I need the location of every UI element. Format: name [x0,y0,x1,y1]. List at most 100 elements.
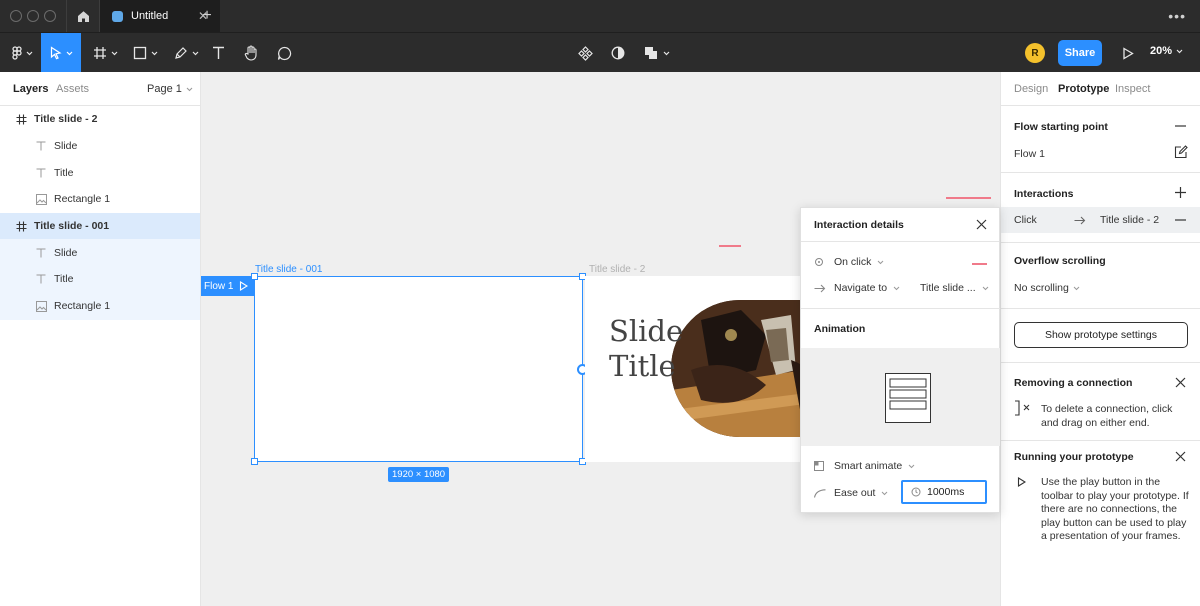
pen-tool-button[interactable] [169,33,203,73]
resize-handle[interactable] [251,458,258,465]
divider [1001,172,1200,173]
plus-icon: + [202,7,212,24]
layer-frame-title-slide-2[interactable]: Title slide - 2 [0,106,200,133]
animation-type-select[interactable]: Smart animate [814,460,915,472]
play-icon [1123,46,1134,60]
animation-preview [801,348,1000,446]
duration-input[interactable]: 1000ms [901,480,987,504]
animation-heading: Animation [814,323,866,335]
zoom-menu[interactable]: 20% [1150,45,1183,57]
right-panel-tabs: Design Prototype Inspect [1001,72,1200,106]
action-select[interactable]: Navigate to [814,282,900,294]
hand-tool-button[interactable] [240,33,262,73]
comment-tool-button[interactable] [273,33,295,73]
layer-text-title[interactable]: Title [0,159,200,186]
minus-icon[interactable] [1175,219,1186,221]
interactions-title: Interactions [1014,188,1074,200]
shape-tool-button[interactable] [128,33,162,73]
layer-image-rectangle-1[interactable]: Rectangle 1 [0,186,200,213]
close-icon[interactable] [1175,377,1186,388]
toolbar: R Share 20% [0,32,1200,73]
minus-icon[interactable] [1175,125,1186,127]
layer-text-slide[interactable]: Slide [0,133,200,160]
layer-frame-title-slide-001[interactable]: Title slide - 001 [0,212,200,240]
frame-title-slide-001[interactable] [254,276,583,462]
minimize-window-button[interactable] [27,10,39,22]
user-avatar[interactable]: R [1025,43,1045,63]
close-icon[interactable] [1175,451,1186,462]
close-window-button[interactable] [10,10,22,22]
move-tool-button[interactable] [41,33,81,73]
interaction-details-popup: Interaction details On click Navigate to… [800,207,1000,513]
layers-panel: Layers Assets Page 1 Title slide - 2 Sli… [0,72,201,606]
animation-preview-icon [885,373,931,423]
mask-button[interactable] [607,33,629,73]
boolean-button[interactable] [642,33,672,73]
interaction-row[interactable]: Click Title slide - 2 [1001,207,1200,233]
destination-select[interactable]: Title slide ... [920,282,989,294]
boolean-union-icon [645,47,657,59]
layer-text-slide[interactable]: Slide [0,239,200,267]
tab-prototype[interactable]: Prototype [1058,83,1109,95]
chevron-down-icon [882,491,888,495]
chevron-down-icon [186,87,193,91]
chevron-down-icon [66,51,72,55]
cursor-icon [50,46,62,60]
highlight-mark [946,197,991,199]
plus-icon[interactable] [1175,187,1186,198]
frame-label-title-slide-001[interactable]: Title slide - 001 [255,264,322,275]
overflow-select[interactable]: No scrolling [1014,282,1080,294]
tab-assets[interactable]: Assets [56,83,89,95]
image-layer-icon [34,300,48,312]
trigger-label: On click [834,256,872,268]
flow-start-tag[interactable]: Flow 1 [201,276,255,296]
layer-image-rectangle-1[interactable]: Rectangle 1 [0,292,200,320]
play-icon [240,281,249,291]
chevron-down-icon [192,51,198,55]
divider [1001,440,1200,441]
tab-inspect[interactable]: Inspect [1115,83,1150,95]
chevron-down-icon [1073,286,1080,290]
layer-label: Title [54,273,74,286]
trigger-select[interactable]: On click [814,256,884,268]
chevron-down-icon [111,51,117,55]
layer-label: Rectangle 1 [54,300,111,313]
arrow-right-icon [814,284,826,292]
layer-label: Title [54,166,74,179]
frame-label-title-slide-2[interactable]: Title slide - 2 [589,264,645,275]
frame-tool-button[interactable] [88,33,122,73]
maximize-window-button[interactable] [44,10,56,22]
flow-name[interactable]: Flow 1 [1014,148,1045,160]
frame-title-slide-2[interactable]: Slide Title [585,276,801,462]
home-button[interactable] [66,0,100,32]
resize-handle[interactable] [251,273,258,280]
text-tool-button[interactable] [207,33,229,73]
removing-connection-title: Removing a connection [1014,377,1133,389]
tab-design[interactable]: Design [1014,83,1048,95]
pen-icon [174,47,187,59]
divider [1001,362,1200,363]
overflow-title: Overflow scrolling [1014,255,1106,267]
rectangle-icon [133,46,146,60]
more-options-icon[interactable]: ••• [1168,8,1186,24]
text-layer-icon [34,274,48,284]
chevron-down-icon [26,51,32,55]
text-layer-icon [34,141,48,151]
main-menu-button[interactable] [4,33,40,73]
easing-select[interactable]: Ease out [814,487,888,499]
show-prototype-settings-button[interactable]: Show prototype settings [1014,322,1188,348]
chevron-down-icon [982,286,988,290]
popup-title: Interaction details [814,218,904,231]
share-button[interactable]: Share [1058,40,1102,66]
tab-layers[interactable]: Layers [13,83,48,95]
present-button[interactable] [1117,33,1139,73]
page-selector[interactable]: Page 1 [147,83,193,95]
components-button[interactable] [574,33,596,73]
click-trigger-icon [815,258,823,266]
layer-text-title[interactable]: Title [0,266,200,293]
close-icon[interactable] [976,219,987,230]
frame-hash-icon [14,221,28,232]
edit-icon[interactable] [1174,145,1188,159]
arrow-right-icon [1074,216,1086,225]
new-tab-button[interactable]: + [196,0,218,32]
